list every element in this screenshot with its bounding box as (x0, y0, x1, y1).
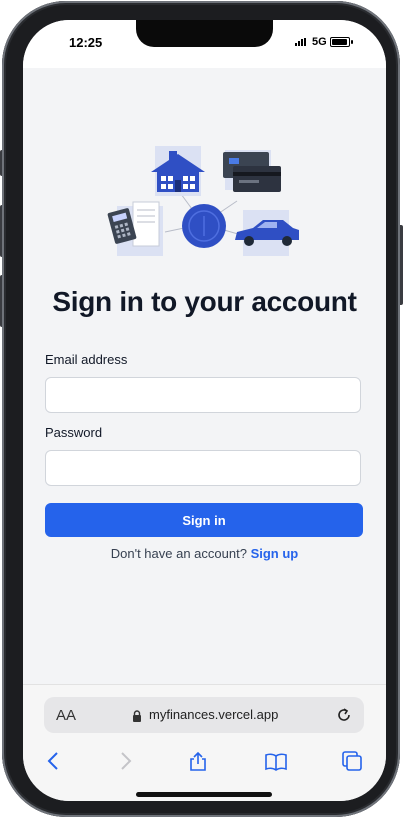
lock-icon (133, 710, 141, 722)
reload-icon[interactable] (334, 705, 354, 725)
address-bar[interactable]: AA myfinances.vercel.app (44, 697, 364, 733)
forward-icon[interactable] (113, 749, 137, 773)
status-time: 12:25 (69, 35, 103, 50)
sign-up-link[interactable]: Sign up (251, 546, 299, 561)
bookmarks-icon[interactable] (264, 749, 288, 773)
browser-bar: AA myfinances.vercel.app (23, 684, 386, 801)
calculator-icon (107, 201, 163, 256)
coin-icon (182, 204, 226, 248)
signal-icon (295, 38, 309, 46)
back-icon[interactable] (42, 749, 66, 773)
signup-prompt: Don't have an account? (110, 546, 247, 561)
url-text: myfinances.vercel.app (149, 707, 279, 722)
phone-screen: 12:25 5G Sign in to your account Email a… (23, 20, 386, 801)
house-icon (151, 146, 205, 196)
finance-illustration (107, 146, 299, 256)
signup-prompt-row: Don't have an account? Sign up (23, 546, 386, 561)
sign-in-page: Sign in to your account Email address Pa… (23, 68, 386, 684)
phone-frame: 12:25 5G Sign in to your account Email a… (2, 1, 400, 817)
email-label: Email address (45, 352, 128, 367)
status-bar: 12:25 5G (23, 20, 386, 68)
sign-in-button[interactable]: Sign in (45, 503, 363, 537)
text-size-button[interactable]: AA (56, 707, 76, 724)
network-type: 5G (312, 36, 327, 48)
battery-icon (330, 37, 353, 47)
car-icon (235, 210, 299, 256)
page-title: Sign in to your account (52, 286, 357, 317)
home-indicator (136, 792, 272, 797)
share-icon[interactable] (186, 749, 210, 773)
notch (136, 20, 273, 47)
password-field[interactable] (45, 450, 361, 486)
email-field[interactable] (45, 377, 361, 413)
tabs-icon[interactable] (340, 749, 364, 773)
password-label: Password (45, 425, 103, 440)
credit-cards-icon (223, 150, 281, 192)
